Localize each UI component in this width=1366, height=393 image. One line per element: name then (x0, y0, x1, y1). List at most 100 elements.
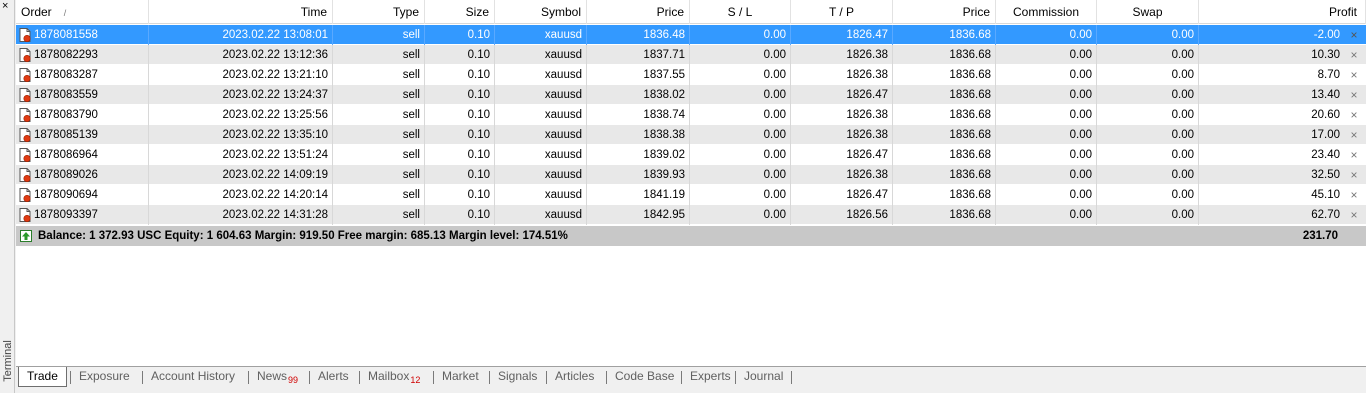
table-row[interactable]: 1878086964 2023.02.22 13:51:24 sell 0.10 xau… (16, 145, 1366, 165)
cell-order: 1878082293 (16, 45, 149, 65)
cell-price: 1838.02 (587, 85, 690, 105)
close-order-icon[interactable]: × (1348, 65, 1360, 85)
cell-profit: 10.30 × (1199, 45, 1366, 65)
close-order-icon[interactable]: × (1348, 45, 1360, 65)
cell-type: sell (333, 145, 425, 165)
cell-tp: 1826.47 (791, 145, 893, 165)
table-row[interactable]: 1878085139 2023.02.22 13:35:10 sell 0.10 xau… (16, 125, 1366, 145)
table-row[interactable]: 1878083287 2023.02.22 13:21:10 sell 0.10 xau… (16, 65, 1366, 85)
column-header-tp[interactable]: T / P (791, 0, 893, 24)
cell-current-price: 1836.68 (893, 65, 996, 85)
cell-price: 1839.02 (587, 145, 690, 165)
cell-commission: 0.00 (996, 45, 1097, 65)
tab-exposure[interactable]: Exposure (71, 367, 138, 387)
cell-current-price: 1836.68 (893, 105, 996, 125)
tab-badge: 12 (410, 375, 421, 385)
table-row[interactable]: 1878093397 2023.02.22 14:31:28 sell 0.10 xau… (16, 205, 1366, 225)
cell-size: 0.10 (425, 45, 495, 65)
cell-sl: 0.00 (690, 45, 791, 65)
cell-swap: 0.00 (1097, 185, 1199, 205)
column-header-symbol[interactable]: Symbol (495, 0, 587, 24)
table-row[interactable]: 1878090694 2023.02.22 14:20:14 sell 0.10 xau… (16, 185, 1366, 205)
tab-trade[interactable]: Trade (18, 367, 67, 387)
table-row[interactable]: 1878082293 2023.02.22 13:12:36 sell 0.10 xau… (16, 45, 1366, 65)
close-icon[interactable]: × (2, 0, 8, 12)
cell-type: sell (333, 85, 425, 105)
column-header-current-price[interactable]: Price (893, 0, 996, 24)
cell-profit: 8.70 × (1199, 65, 1366, 85)
column-header-size[interactable]: Size (425, 0, 495, 24)
cell-swap: 0.00 (1097, 125, 1199, 145)
sort-indicator-icon: / (63, 8, 67, 18)
column-header-sl[interactable]: S / L (690, 0, 791, 24)
table-row[interactable]: 1878083790 2023.02.22 13:25:56 sell 0.10 xau… (16, 105, 1366, 125)
terminal-tabs: Trade Exposure Account History News99 Alerts… (16, 366, 1366, 393)
tab-alerts[interactable]: Alerts (310, 367, 357, 387)
close-order-icon[interactable]: × (1348, 105, 1360, 125)
sell-order-icon (19, 48, 31, 63)
cell-swap: 0.00 (1097, 145, 1199, 165)
cell-commission: 0.00 (996, 125, 1097, 145)
tab-articles[interactable]: Articles (547, 367, 602, 387)
cell-current-price: 1836.68 (893, 45, 996, 65)
tab-label: Code Base (615, 369, 675, 383)
tab-signals[interactable]: Signals (490, 367, 545, 387)
cell-time: 2023.02.22 13:08:01 (149, 25, 333, 45)
close-order-icon[interactable]: × (1348, 145, 1360, 165)
cell-symbol: xauusd (495, 145, 587, 165)
cell-tp: 1826.38 (791, 125, 893, 145)
tab-mailbox[interactable]: Mailbox12 (360, 367, 428, 387)
cell-profit: 23.40 × (1199, 145, 1366, 165)
cell-current-price: 1836.68 (893, 185, 996, 205)
table-row[interactable]: 1878089026 2023.02.22 14:09:19 sell 0.10 xau… (16, 165, 1366, 185)
tab-label: Mailbox (368, 369, 410, 383)
cell-time: 2023.02.22 14:20:14 (149, 185, 333, 205)
table-row[interactable]: 1878083559 2023.02.22 13:24:37 sell 0.10 xau… (16, 85, 1366, 105)
close-order-icon[interactable]: × (1348, 205, 1360, 225)
column-header-type[interactable]: Type (333, 0, 425, 24)
tab-code-base[interactable]: Code Base (607, 367, 682, 387)
cell-sl: 0.00 (690, 125, 791, 145)
order-number: 1878083287 (34, 69, 98, 81)
cell-swap: 0.00 (1097, 205, 1199, 225)
close-order-icon[interactable]: × (1348, 165, 1360, 185)
cell-tp: 1826.38 (791, 45, 893, 65)
profit-value: 32.50 (1311, 169, 1340, 181)
tab-journal[interactable]: Journal (736, 367, 791, 387)
column-header-swap[interactable]: Swap (1097, 0, 1199, 24)
trade-panel: Order / Time Type Size Symbol Price S / L T / P P… (16, 0, 1366, 366)
cell-type: sell (333, 125, 425, 145)
column-header-profit[interactable]: Profit (1199, 0, 1366, 24)
cell-commission: 0.00 (996, 105, 1097, 125)
cell-type: sell (333, 25, 425, 45)
cell-price: 1842.95 (587, 205, 690, 225)
column-header-time[interactable]: Time (149, 0, 333, 24)
close-order-icon[interactable]: × (1348, 85, 1360, 105)
column-header-commission[interactable]: Commission (996, 0, 1097, 24)
table-row[interactable]: 1878081558 2023.02.22 13:08:01 sell 0.10 xau… (16, 25, 1366, 45)
tab-news[interactable]: News99 (249, 367, 306, 387)
cell-tp: 1826.38 (791, 105, 893, 125)
cell-profit: 13.40 × (1199, 85, 1366, 105)
cell-current-price: 1836.68 (893, 165, 996, 185)
column-header-order[interactable]: Order / (16, 0, 149, 24)
cell-swap: 0.00 (1097, 85, 1199, 105)
order-number: 1878081558 (34, 29, 98, 41)
tab-account-history[interactable]: Account History (143, 367, 243, 387)
cell-type: sell (333, 45, 425, 65)
close-order-icon[interactable]: × (1348, 185, 1360, 205)
column-header-label: T / P (828, 5, 855, 19)
cell-current-price: 1836.68 (893, 145, 996, 165)
tab-separator (248, 371, 249, 384)
tab-market[interactable]: Market (434, 367, 487, 387)
column-header-label: Size (465, 5, 489, 19)
close-order-icon[interactable]: × (1348, 25, 1360, 45)
column-header-price[interactable]: Price (587, 0, 690, 24)
cell-tp: 1826.47 (791, 185, 893, 205)
account-summary-row[interactable]: Balance: 1 372.93 USC Equity: 1 604.63 M… (16, 226, 1366, 246)
close-order-icon[interactable]: × (1348, 125, 1360, 145)
tab-label: Signals (498, 369, 538, 383)
tab-experts[interactable]: Experts (682, 367, 739, 387)
order-number: 1878082293 (34, 49, 98, 61)
cell-swap: 0.00 (1097, 65, 1199, 85)
